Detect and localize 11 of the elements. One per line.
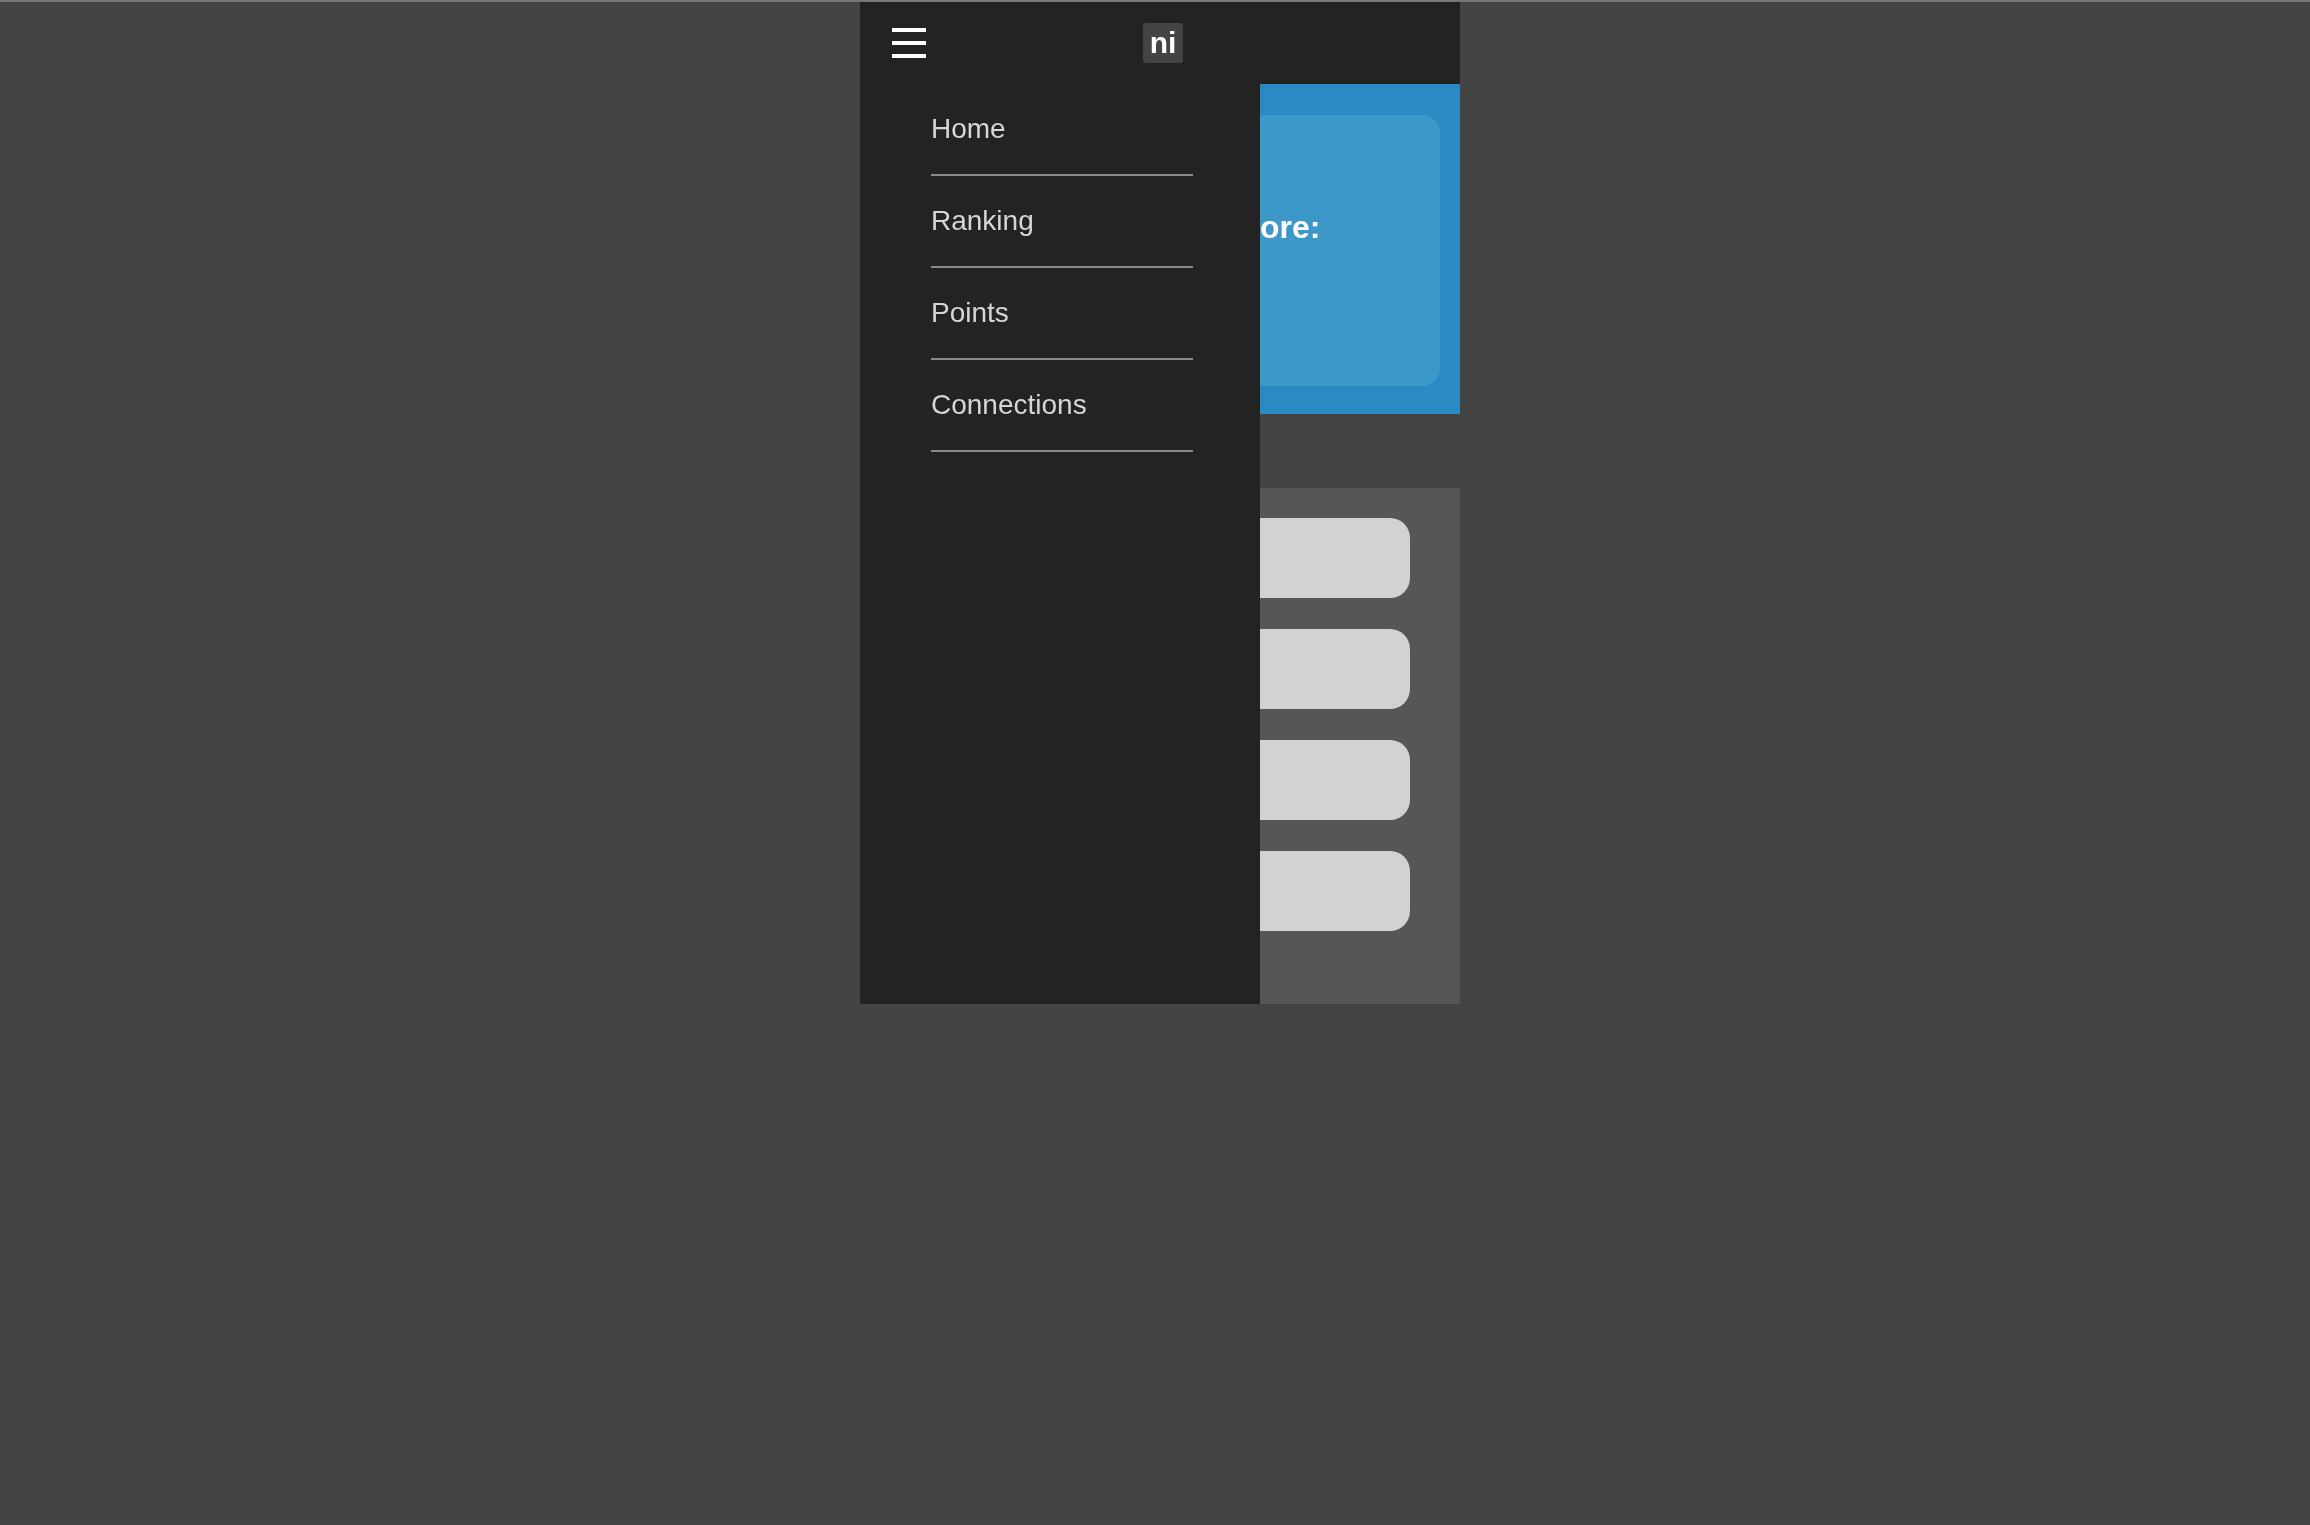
blank-button[interactable] bbox=[1260, 629, 1410, 709]
blank-button[interactable] bbox=[1260, 518, 1410, 598]
menu-item[interactable]: Points bbox=[931, 268, 1193, 360]
banner-text: ore: bbox=[1260, 209, 1322, 245]
menu-item[interactable]: Ranking bbox=[931, 176, 1193, 268]
menu-icon[interactable] bbox=[892, 28, 926, 58]
menu-item[interactable]: Connections bbox=[931, 360, 1193, 452]
menu-item[interactable]: Home bbox=[931, 84, 1193, 176]
blank-button[interactable] bbox=[1260, 740, 1410, 820]
blank-button[interactable] bbox=[1260, 851, 1410, 931]
logo[interactable]: ni bbox=[1143, 23, 1183, 63]
